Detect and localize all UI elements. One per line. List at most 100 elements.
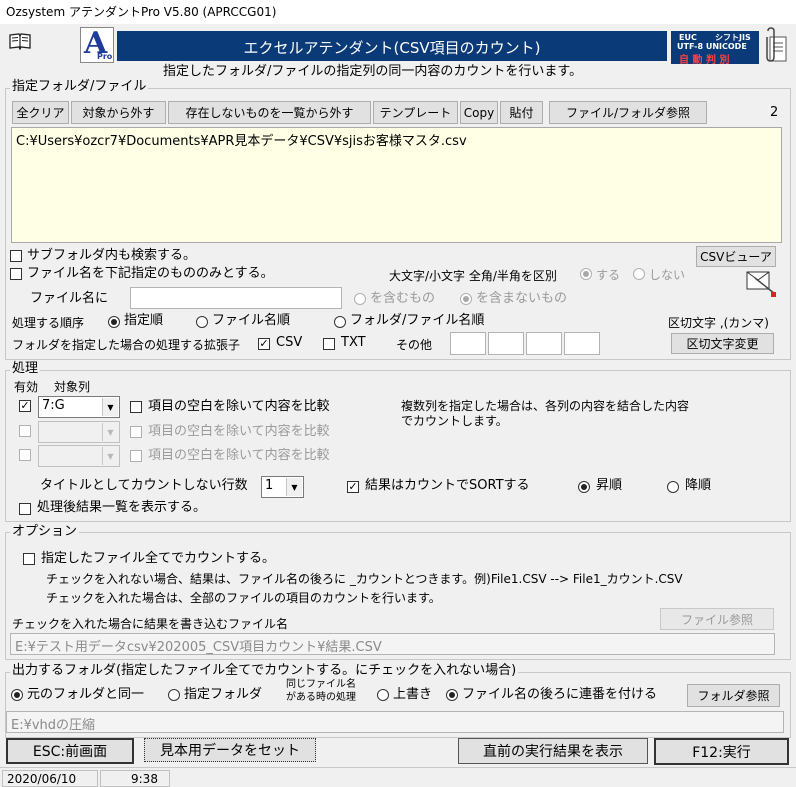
delimiter-label: 区切文字 ,(カンマ)	[668, 316, 769, 330]
same-folder-label: 元のフォルダと同一	[27, 687, 145, 702]
order-specified-radio[interactable]	[108, 316, 120, 328]
case-yes-label: する	[596, 268, 621, 282]
folder-browse-button[interactable]: フォルダ参照	[687, 684, 780, 707]
run-button[interactable]: F12:実行	[654, 738, 789, 765]
order-folder-file-radio[interactable]	[334, 316, 346, 328]
template-button[interactable]: テンプレート	[373, 101, 458, 124]
memo-icon[interactable]	[764, 27, 790, 67]
row2-column-combo[interactable]: ▼	[38, 421, 120, 443]
row1-column-combo[interactable]: 7:G ▼	[38, 396, 120, 418]
file-count: 2	[770, 105, 779, 120]
note-pencil-icon[interactable]	[745, 268, 781, 300]
sort-asc-label: 昇順	[596, 478, 623, 493]
book-icon[interactable]	[8, 32, 32, 51]
sort-checkbox[interactable]: ✓	[347, 481, 359, 493]
title-bar: Ozsystem アテンダントPro V5.80 (APRCCG01)	[0, 0, 796, 24]
remove-missing-button[interactable]: 存在しないものを一覧から外す	[168, 101, 371, 124]
row1-trim-checkbox[interactable]	[130, 401, 142, 413]
title-rows-combo[interactable]: 1 ▼	[261, 476, 304, 498]
status-time-panel: 9:38	[100, 770, 170, 787]
ext-other-label: その他	[396, 338, 433, 352]
banner-title: エクセルアテンダント(CSV項目のカウント)	[243, 39, 541, 57]
case-no-label: しない	[649, 268, 686, 282]
row3-column-combo[interactable]: ▼	[38, 445, 120, 467]
contains-label: を含むもの	[370, 291, 436, 306]
process-section-title: 処理	[10, 361, 41, 377]
maximize-button[interactable]	[698, 0, 744, 24]
options-desc1: チェックを入れない場合、結果は、ファイル名の後ろに _カウントとつきます。例)F…	[46, 572, 683, 586]
order-filename-radio[interactable]	[196, 316, 208, 328]
contains-radio[interactable]	[354, 293, 366, 305]
include-subfolders-checkbox[interactable]	[10, 250, 22, 262]
output-section-title: 出力するフォルダ(指定したファイル全てでカウントする。にチェックを入れない場合)	[10, 663, 519, 679]
esc-back-button[interactable]: ESC:前画面	[6, 738, 134, 764]
result-file-label: チェックを入れた場合に結果を書き込むファイル名	[12, 617, 289, 631]
browse-file-button[interactable]: ファイル参照	[660, 608, 774, 630]
ext-txt-label: TXT	[341, 335, 366, 350]
paste-button[interactable]: 貼付	[500, 101, 543, 124]
status-date-panel: 2020/06/10	[2, 770, 98, 787]
copy-button[interactable]: Copy	[460, 101, 498, 124]
add-serial-radio[interactable]	[446, 689, 458, 701]
clear-all-button[interactable]: 全クリア	[12, 101, 69, 124]
ext-other-input-1[interactable]	[450, 332, 486, 355]
show-last-result-button[interactable]: 直前の実行結果を表示	[458, 738, 648, 764]
specified-folder-radio[interactable]	[168, 689, 180, 701]
case-no-radio[interactable]	[633, 268, 645, 280]
row3-trim-checkbox[interactable]	[130, 450, 142, 462]
window-title: Ozsystem アテンダントPro V5.80 (APRCCG01)	[6, 5, 277, 19]
options-section-title: オプション	[10, 524, 80, 540]
ext-csv-checkbox[interactable]: ✓	[258, 338, 270, 350]
chevron-down-icon: ▼	[102, 447, 118, 465]
file-folder-browse-button[interactable]: ファイル/フォルダ参照	[549, 101, 707, 124]
sort-asc-radio[interactable]	[578, 481, 590, 493]
row1-enabled-checkbox[interactable]: ✓	[19, 400, 31, 412]
files-section-title: 指定フォルダ/ファイル	[10, 79, 149, 95]
count-all-checkbox[interactable]	[23, 553, 35, 565]
row2-trim-checkbox[interactable]	[130, 426, 142, 438]
case-label: 大文字/小文字 全角/半角を区別	[389, 269, 557, 283]
file-list-entry[interactable]: C:¥Users¥ozcr7¥Documents¥APR見本データ¥CSV¥sj…	[16, 130, 467, 149]
sort-desc-label: 降順	[685, 478, 712, 493]
minimize-button[interactable]	[652, 0, 698, 24]
remove-target-button[interactable]: 対象から外す	[71, 101, 166, 124]
row1-column-value: 7:G	[42, 398, 65, 413]
overwrite-radio[interactable]	[377, 689, 389, 701]
specified-folder-label: 指定フォルダ	[184, 687, 263, 702]
options-desc2: チェックを入れた場合は、全部のファイルの項目のカウントを行います。	[46, 591, 441, 605]
col-target-label: 対象列	[54, 380, 91, 394]
col-enabled-label: 有効	[14, 380, 39, 394]
delimiter-change-button[interactable]: 区切文字変更	[671, 333, 774, 354]
same-name-label-1: 同じファイル名	[286, 679, 356, 690]
close-button[interactable]	[744, 0, 796, 24]
filename-filter-label: ファイル名を下記指定のもののみとする。	[27, 266, 274, 281]
page-subtitle: 指定したフォルダ/ファイルの指定列の同一内容のカウントを行います。	[163, 64, 583, 79]
filename-input[interactable]	[130, 287, 342, 309]
ext-other-input-3[interactable]	[526, 332, 562, 355]
order-filename-label: ファイル名順	[212, 313, 291, 328]
file-list-memo[interactable]: C:¥Users¥ozcr7¥Documents¥APR見本データ¥CSV¥sj…	[11, 127, 782, 243]
sort-label: 結果はカウントでSORTする	[365, 478, 530, 493]
ext-other-input-2[interactable]	[488, 332, 524, 355]
filename-filter-checkbox[interactable]	[10, 268, 22, 280]
same-folder-radio[interactable]	[11, 689, 23, 701]
app-logo: A Pro	[80, 26, 114, 63]
result-file-input[interactable]: E:¥テスト用データcsv¥202005_CSV項目カウント¥結果.CSV	[10, 633, 775, 655]
row3-enabled-checkbox[interactable]	[19, 449, 31, 461]
status-date: 2020/06/10	[7, 772, 77, 786]
process-note-line1: 複数列を指定した場合は、各列の内容を結合した内容	[401, 399, 690, 413]
show-result-checkbox[interactable]	[19, 503, 31, 515]
sort-desc-radio[interactable]	[667, 481, 679, 493]
case-yes-radio[interactable]	[580, 268, 592, 280]
title-rows-label: タイトルとしてカウントしない行数	[40, 478, 248, 493]
not-contains-radio[interactable]	[460, 293, 472, 305]
row2-enabled-checkbox[interactable]	[19, 425, 31, 437]
order-folder-file-label: フォルダ/ファイル名順	[350, 313, 485, 328]
count-all-label: 指定したファイル全てでカウントする。	[41, 551, 276, 566]
ext-other-input-4[interactable]	[564, 332, 600, 355]
csv-viewer-button[interactable]: CSVビューア	[696, 246, 776, 267]
set-sample-data-button[interactable]: 見本用データをセット	[144, 738, 316, 762]
ext-txt-checkbox[interactable]	[323, 338, 335, 350]
output-folder-input[interactable]: E:¥vhdの圧縮	[6, 711, 784, 733]
not-contains-label: を含まないもの	[476, 291, 568, 306]
